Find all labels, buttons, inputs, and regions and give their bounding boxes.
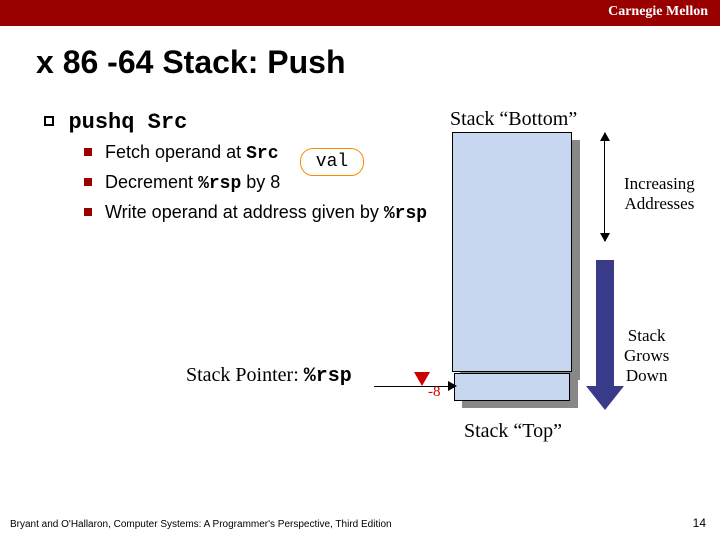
grows-line2: Grows: [624, 346, 669, 365]
stack-top-label: Stack “Top”: [464, 420, 562, 443]
stack-pointer-label: Stack Pointer: %rsp: [186, 364, 352, 388]
sub2-text-a: Decrement: [105, 172, 198, 192]
grows-down-label: Stack Grows Down: [624, 326, 669, 386]
sub3-mono: %rsp: [384, 204, 427, 224]
sub2-text-c: by 8: [241, 172, 280, 192]
sp-text: Stack Pointer:: [186, 364, 304, 386]
sub3-text: Write operand at address given by: [105, 202, 384, 222]
delta-label: -8: [428, 384, 441, 401]
instr-operand: Src: [148, 110, 188, 135]
slide-title: x 86 -64 Stack: Push: [36, 44, 345, 81]
sub1-text: Fetch operand at: [105, 142, 246, 162]
hollow-square-icon: [44, 116, 54, 126]
red-square-icon: [84, 148, 92, 156]
sub-item-1: Fetch operand at Src: [84, 138, 427, 168]
increasing-line1: Increasing: [624, 174, 695, 193]
page-number: 14: [693, 516, 706, 530]
grows-line1: Stack: [628, 326, 666, 345]
increasing-double-arrow-icon: [604, 133, 605, 241]
grows-down-arrow-stem: [596, 260, 614, 388]
increasing-label: Increasing Addresses: [624, 174, 695, 214]
increasing-line2: Addresses: [624, 194, 694, 213]
val-oval: val: [300, 148, 364, 176]
sub-item-2: Decrement %rsp by 8: [84, 168, 427, 198]
red-square-icon: [84, 178, 92, 186]
stack-rect: [452, 132, 572, 372]
header-band: Carnegie Mellon: [0, 0, 720, 26]
sub-item-3: Write operand at address given by %rsp: [84, 198, 427, 228]
sub1-mono: Src: [246, 144, 278, 164]
sp-arrow-head-icon: [448, 381, 457, 391]
footer-citation: Bryant and O'Hallaron, Computer Systems:…: [10, 519, 392, 530]
instr-name: pushq: [68, 110, 147, 135]
sp-arrow-line: [374, 386, 454, 387]
main-bullet: pushq Src: [44, 108, 187, 135]
grows-line3: Down: [626, 366, 668, 385]
red-square-icon: [84, 208, 92, 216]
sp-reg: %rsp: [304, 365, 352, 388]
grows-down-arrow-head-icon: [586, 386, 624, 410]
pushed-cell: [454, 373, 570, 401]
sub-bullet-list: Fetch operand at Src Decrement %rsp by 8…: [84, 138, 427, 228]
org-name: Carnegie Mellon: [608, 4, 708, 20]
sub2-mono: %rsp: [198, 174, 241, 194]
stack-bottom-label: Stack “Bottom”: [450, 108, 577, 131]
